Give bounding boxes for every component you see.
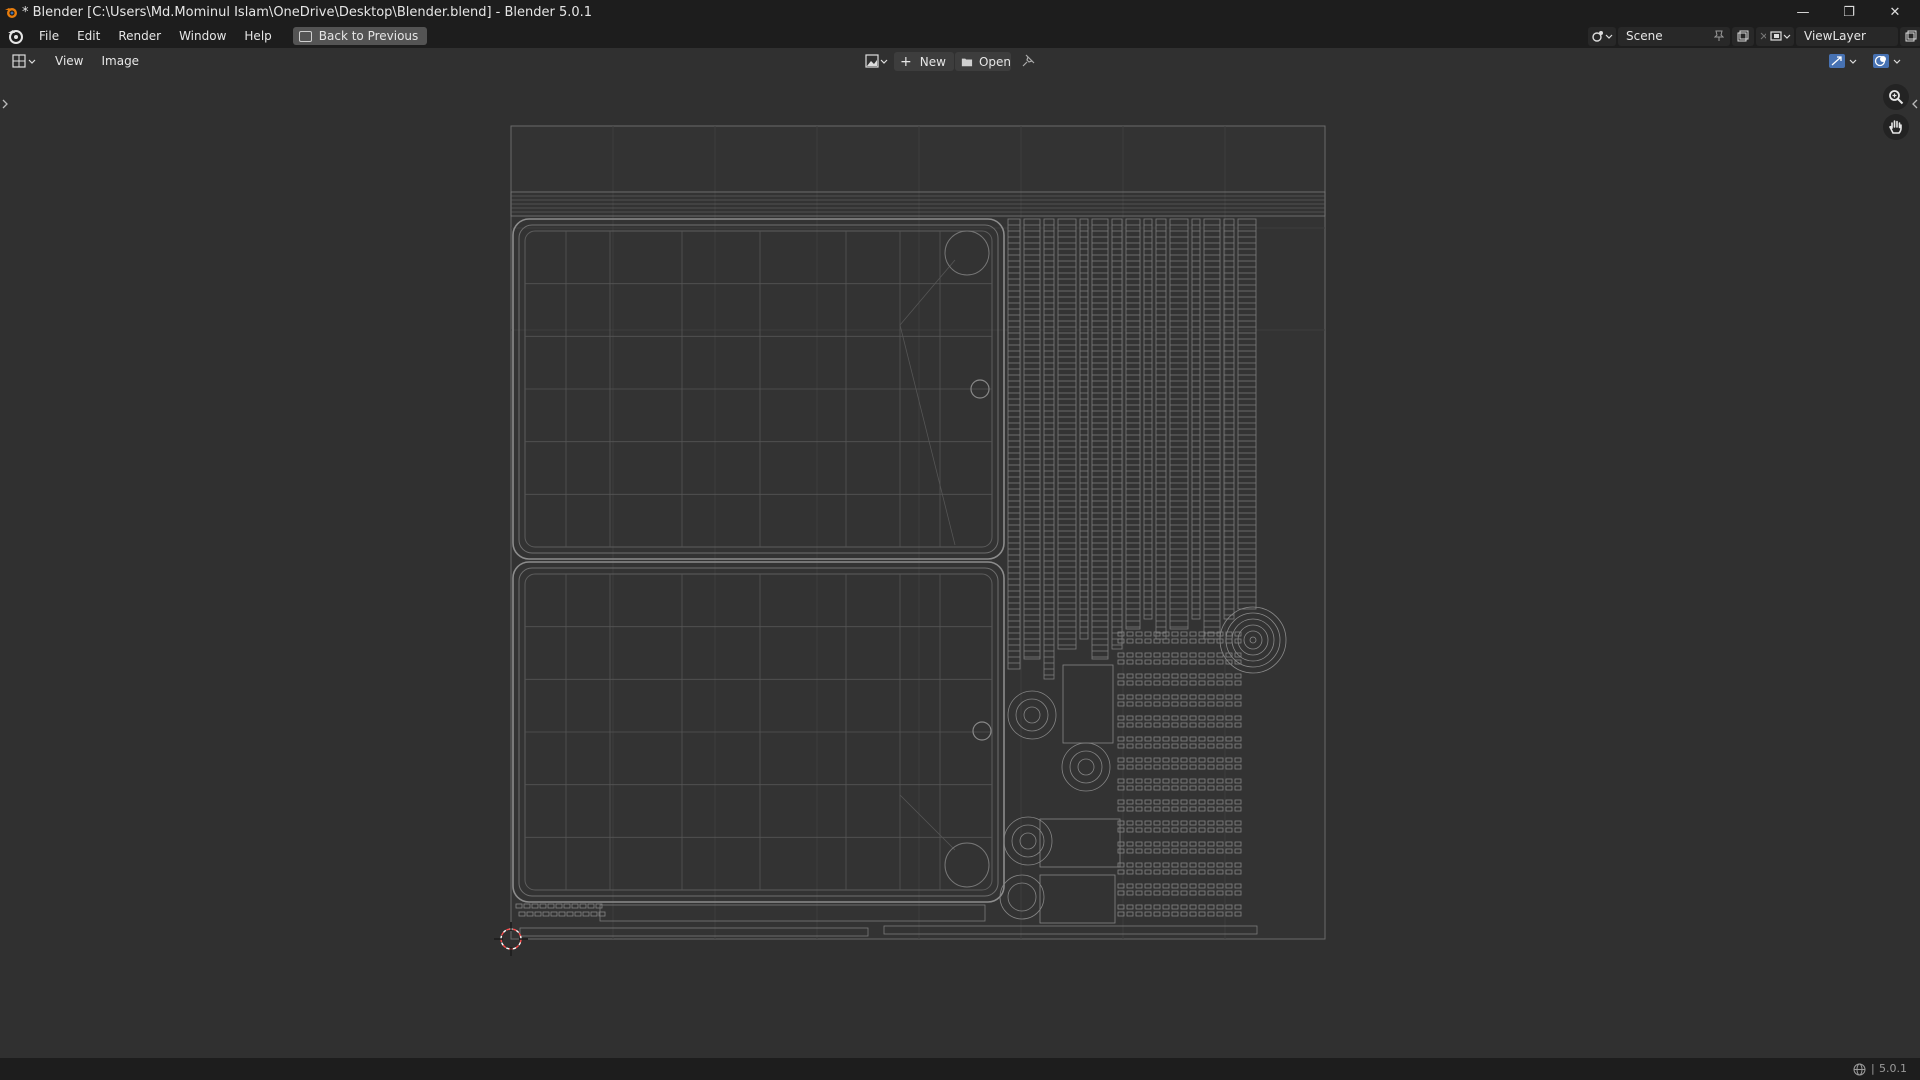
view-layer-name: ViewLayer: [1804, 29, 1866, 43]
title-bar: * Blender [C:\Users\Md.Mominul Islam\One…: [0, 0, 1920, 24]
uv-strip-top: [510, 191, 1326, 217]
plus-icon: +: [900, 53, 912, 70]
menu-view[interactable]: View: [46, 54, 92, 68]
overlays-icon: [1873, 54, 1901, 68]
new-view-layer-button[interactable]: [1900, 26, 1920, 46]
menu-edit[interactable]: Edit: [68, 29, 109, 43]
uv-editor-icon: [12, 54, 36, 68]
uv-editor-header: View Image + New Open: [0, 48, 1920, 74]
status-bar: | 5.0.1: [0, 1058, 1920, 1080]
uv-bounds: [510, 125, 1326, 940]
close-button[interactable]: ✕: [1872, 0, 1918, 24]
editor-type-button[interactable]: [12, 51, 38, 71]
uv-canvas-svg[interactable]: [0, 74, 1920, 1058]
scene-selector: Scene: [1588, 26, 1772, 46]
uv-editor-canvas[interactable]: [0, 74, 1920, 1062]
menu-file[interactable]: File: [30, 29, 68, 43]
gizmo-toggle[interactable]: [1826, 51, 1862, 71]
view-layer-name-field[interactable]: ViewLayer: [1796, 26, 1898, 46]
scene-name-field[interactable]: Scene: [1618, 26, 1730, 46]
overlays-toggle[interactable]: [1870, 51, 1906, 71]
status-separator: |: [1871, 1062, 1875, 1075]
pin-icon[interactable]: [1021, 54, 1035, 68]
globe-icon: [1853, 1063, 1866, 1076]
open-image-button[interactable]: Open: [955, 52, 1011, 71]
render-layers-icon: [1770, 31, 1791, 41]
menu-image[interactable]: Image: [92, 54, 148, 68]
blender-version: 5.0.1: [1879, 1062, 1907, 1075]
blender-logo-icon: [5, 8, 17, 18]
folder-icon: [961, 58, 973, 66]
view-layer-browse-button[interactable]: [1766, 26, 1794, 46]
view-layer-selector: ViewLayer: [1766, 26, 1920, 46]
image-icon: [865, 54, 888, 68]
fullscreen-icon: [298, 30, 312, 42]
menu-help[interactable]: Help: [235, 29, 280, 43]
new-image-button[interactable]: + New: [894, 52, 954, 71]
scene-name: Scene: [1626, 29, 1663, 43]
blender-menu-icon[interactable]: [6, 27, 24, 45]
minimize-button[interactable]: —: [1780, 0, 1826, 24]
duplicate-icon: [1737, 30, 1749, 42]
maximize-button[interactable]: ❐: [1826, 0, 1872, 24]
scene-icon: [1592, 31, 1613, 42]
pin-icon[interactable]: [1714, 30, 1724, 42]
back-to-previous-label: Back to Previous: [318, 29, 419, 43]
duplicate-icon: [1905, 30, 1917, 42]
new-image-label: New: [919, 54, 946, 69]
new-scene-button[interactable]: [1732, 26, 1754, 46]
open-image-label: Open: [978, 54, 1011, 69]
menu-render[interactable]: Render: [109, 29, 170, 43]
menu-window[interactable]: Window: [170, 29, 235, 43]
window-title: * Blender [C:\Users\Md.Mominul Islam\One…: [22, 4, 593, 20]
scene-browse-button[interactable]: [1588, 26, 1616, 46]
image-browse-button[interactable]: [864, 51, 890, 71]
back-to-previous-button[interactable]: Back to Previous: [292, 27, 428, 45]
gizmo-icon: [1829, 54, 1857, 68]
